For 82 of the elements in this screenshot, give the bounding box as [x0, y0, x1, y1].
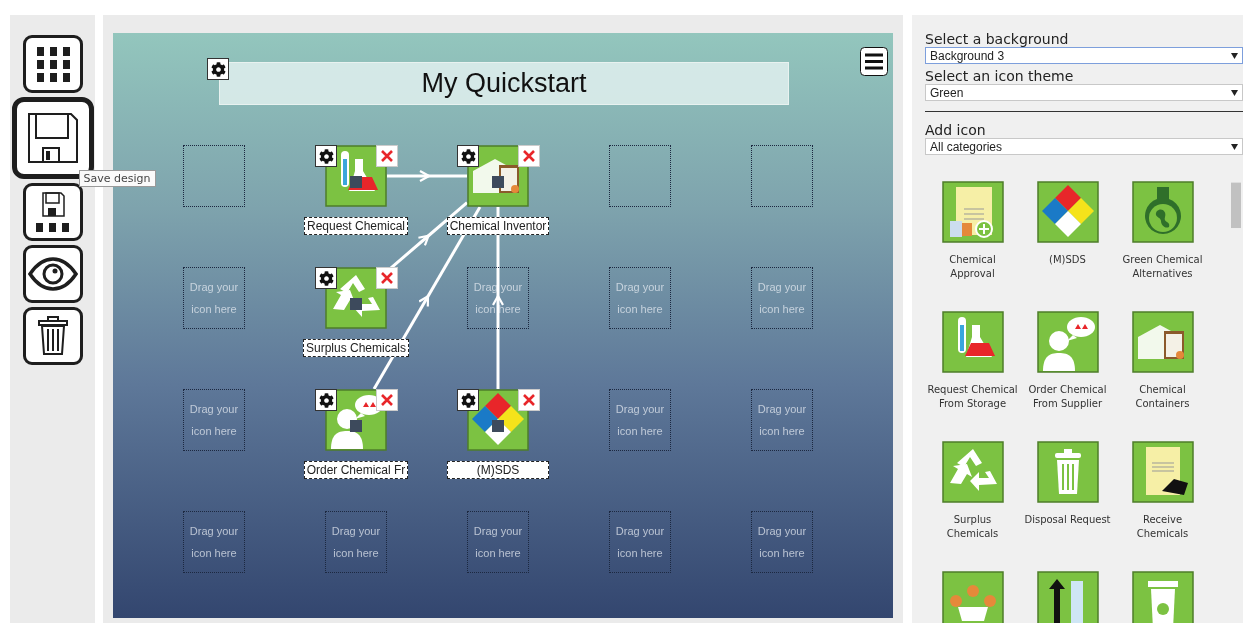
field-label: Select an icon theme: [925, 68, 1075, 84]
globe-icon: [1131, 181, 1194, 243]
connection-handle[interactable]: [492, 176, 504, 188]
drop-slot[interactable]: Drag your icon here: [183, 511, 245, 573]
remove-button[interactable]: [376, 267, 398, 289]
drop-slot[interactable]: Drag your icon here: [325, 511, 387, 573]
icon-label: Surplus Chemicals: [945, 513, 1000, 540]
tooltip: Save design: [78, 170, 156, 187]
icon-label: Request Chemical From Storage: [926, 383, 1019, 410]
close-icon: [381, 394, 393, 406]
caret-icon: [1231, 143, 1238, 150]
eye-icon: [27, 257, 78, 291]
drop-slot[interactable]: Drag your icon here: [751, 511, 813, 573]
toolbar-button[interactable]: [22, 245, 83, 303]
tile-label[interactable]: Surplus Chemicals: [302, 339, 409, 357]
settings-button[interactable]: [457, 145, 479, 167]
recycle-icon: [941, 441, 1004, 503]
caret-icon: [1231, 89, 1238, 96]
connection-handle[interactable]: [492, 420, 504, 432]
toolbar-button[interactable]: [22, 307, 83, 365]
field-label: Select a background: [925, 31, 1070, 47]
toolbar-button[interactable]: [22, 183, 83, 241]
drop-slot[interactable]: Drag your icon here: [609, 511, 671, 573]
icon-label: (M)SDS: [1048, 253, 1087, 267]
drop-slot[interactable]: Drag your icon here: [183, 389, 245, 451]
person-icon: [1036, 311, 1099, 373]
icon-label: Chemical Containers: [1134, 383, 1191, 410]
drop-slot[interactable]: Drag your icon here: [751, 389, 813, 451]
close-icon: [381, 150, 393, 162]
settings-icon: [460, 392, 476, 408]
close-icon: [523, 394, 535, 406]
toolbar-button[interactable]: [22, 35, 83, 93]
dropdown[interactable]: Background 3: [925, 47, 1243, 64]
tile-label[interactable]: Order Chemical Fr: [303, 461, 409, 479]
menu-icon[interactable]: [860, 47, 888, 76]
settings-button[interactable]: [315, 267, 337, 289]
field-label: Add icon: [925, 122, 987, 138]
dropdown[interactable]: Green: [925, 84, 1243, 101]
settings-icon: [210, 61, 226, 77]
caret-icon: [1231, 52, 1238, 59]
settings-icon: [318, 270, 334, 286]
flask-icon: [941, 311, 1004, 373]
drop-slot[interactable]: Drag your icon here: [183, 267, 245, 329]
settings-icon: [318, 148, 334, 164]
icon-label: Green Chemical Alternatives: [1121, 253, 1204, 280]
close-icon: [523, 150, 535, 162]
icon-label: Chemical Approval: [948, 253, 997, 280]
drop-slot[interactable]: [609, 145, 671, 207]
drop-slot[interactable]: Drag your icon here: [467, 511, 529, 573]
trash-icon: [36, 316, 69, 356]
remove-button[interactable]: [376, 389, 398, 411]
icon-label: Order Chemical From Supplier: [1027, 383, 1108, 410]
icon-label: Disposal Request: [1023, 513, 1112, 527]
tile-label[interactable]: (M)SDS: [447, 461, 549, 479]
drop-slot[interactable]: Drag your icon here: [609, 267, 671, 329]
remove-button[interactable]: [518, 145, 540, 167]
settings-button[interactable]: [315, 389, 337, 411]
trash-icon: [1036, 441, 1099, 503]
drop-slot[interactable]: Drag your icon here: [751, 267, 813, 329]
tile-label[interactable]: Request Chemical: [303, 217, 408, 235]
tile-label[interactable]: Chemical Inventor: [446, 217, 550, 235]
drop-slot[interactable]: [751, 145, 813, 207]
remove-button[interactable]: [376, 145, 398, 167]
remove-button[interactable]: [518, 389, 540, 411]
connection-handle[interactable]: [350, 420, 362, 432]
settings-icon: [318, 392, 334, 408]
title-field[interactable]: My Quickstart: [219, 62, 789, 105]
settings-button[interactable]: [315, 145, 337, 167]
arrow-up-icon: [1036, 571, 1099, 623]
settings-button[interactable]: [207, 58, 229, 80]
settings-icon: [460, 148, 476, 164]
save-icon: [25, 111, 80, 165]
icon-label: Receive Chemicals: [1135, 513, 1190, 540]
dropdown[interactable]: All categories: [925, 138, 1243, 155]
settings-button[interactable]: [457, 389, 479, 411]
connection-handle[interactable]: [350, 176, 362, 188]
connection-handle[interactable]: [350, 298, 362, 310]
warehouse-icon: [1131, 311, 1194, 373]
drop-slot[interactable]: [183, 145, 245, 207]
drop-slot[interactable]: Drag your icon here: [609, 389, 671, 451]
close-icon: [381, 272, 393, 284]
document-icon: [941, 181, 1004, 243]
